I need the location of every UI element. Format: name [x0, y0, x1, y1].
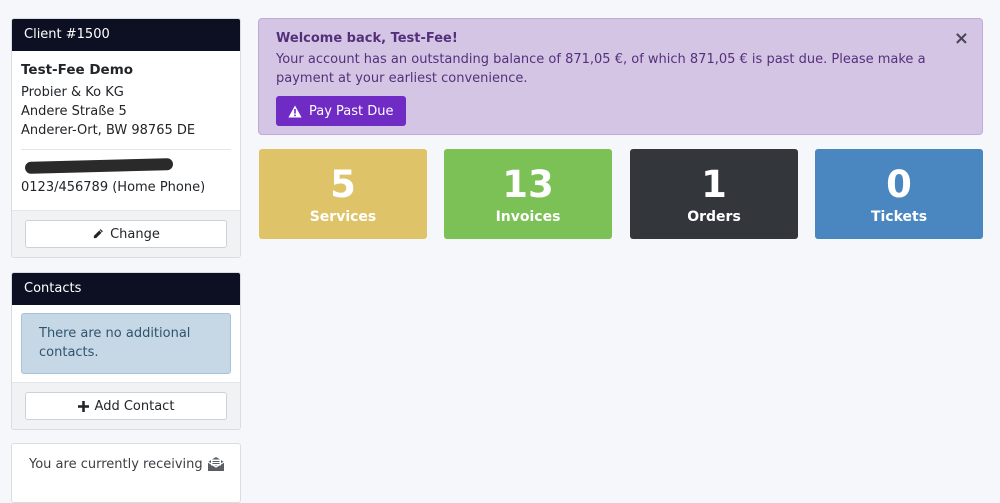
tickets-tile[interactable]: 0 Tickets: [815, 149, 983, 239]
no-contacts-message: There are no additional contacts.: [21, 313, 231, 374]
invoices-tile[interactable]: 13 Invoices: [444, 149, 612, 239]
client-name: Test-Fee Demo: [21, 62, 134, 78]
company-name: Probier & Ko KG: [21, 85, 124, 100]
divider: [21, 149, 231, 150]
email-preferences-text: You are currently receiving: [29, 456, 203, 472]
warning-triangle-icon: [288, 105, 302, 118]
past-due-alert: × Welcome back, Test-Fee! Your account h…: [258, 18, 983, 135]
invoices-label: Invoices: [495, 209, 561, 225]
services-tile[interactable]: 5 Services: [259, 149, 427, 239]
client-panel: Client #1500 Test-Fee Demo Probier & Ko …: [11, 18, 241, 258]
plus-icon: [77, 400, 89, 412]
contacts-panel: Contacts There are no additional contact…: [11, 272, 241, 430]
tickets-count: 0: [886, 163, 912, 206]
invoices-count: 13: [502, 163, 554, 206]
orders-label: Orders: [687, 209, 741, 225]
client-details: Test-Fee Demo Probier & Ko KG Andere Str…: [12, 51, 240, 205]
tickets-label: Tickets: [870, 209, 928, 225]
redacted-email: [24, 158, 174, 174]
contacts-panel-header: Contacts: [12, 273, 240, 305]
change-button[interactable]: Change: [25, 220, 227, 248]
pay-past-due-label: Pay Past Due: [309, 103, 394, 119]
add-contact-button[interactable]: Add Contact: [25, 392, 227, 420]
change-button-label: Change: [110, 226, 160, 242]
email-preferences-row: You are currently receiving: [12, 444, 240, 472]
email-preferences-panel: You are currently receiving: [11, 443, 241, 503]
contacts-panel-footer: Add Contact: [12, 382, 240, 429]
orders-tile[interactable]: 1 Orders: [630, 149, 798, 239]
services-count: 5: [330, 163, 356, 206]
contacts-body: There are no additional contacts.: [12, 305, 240, 382]
close-icon[interactable]: ×: [954, 29, 969, 49]
alert-title: Welcome back, Test-Fee!: [276, 31, 458, 46]
street-address: Andere Straße 5: [21, 104, 127, 119]
orders-count: 1: [701, 163, 727, 206]
client-panel-footer: Change: [12, 210, 240, 257]
client-panel-header: Client #1500: [12, 19, 240, 51]
city-address: Anderer-Ort, BW 98765 DE: [21, 123, 196, 138]
pencil-icon: [92, 228, 104, 240]
pay-past-due-button[interactable]: Pay Past Due: [276, 96, 406, 126]
add-contact-button-label: Add Contact: [94, 398, 175, 414]
alert-message: Your account has an outstanding balance …: [276, 52, 926, 86]
phone-number: 0123/456789 (Home Phone): [21, 180, 206, 195]
envelope-open-icon: [207, 456, 225, 472]
services-label: Services: [309, 209, 377, 225]
